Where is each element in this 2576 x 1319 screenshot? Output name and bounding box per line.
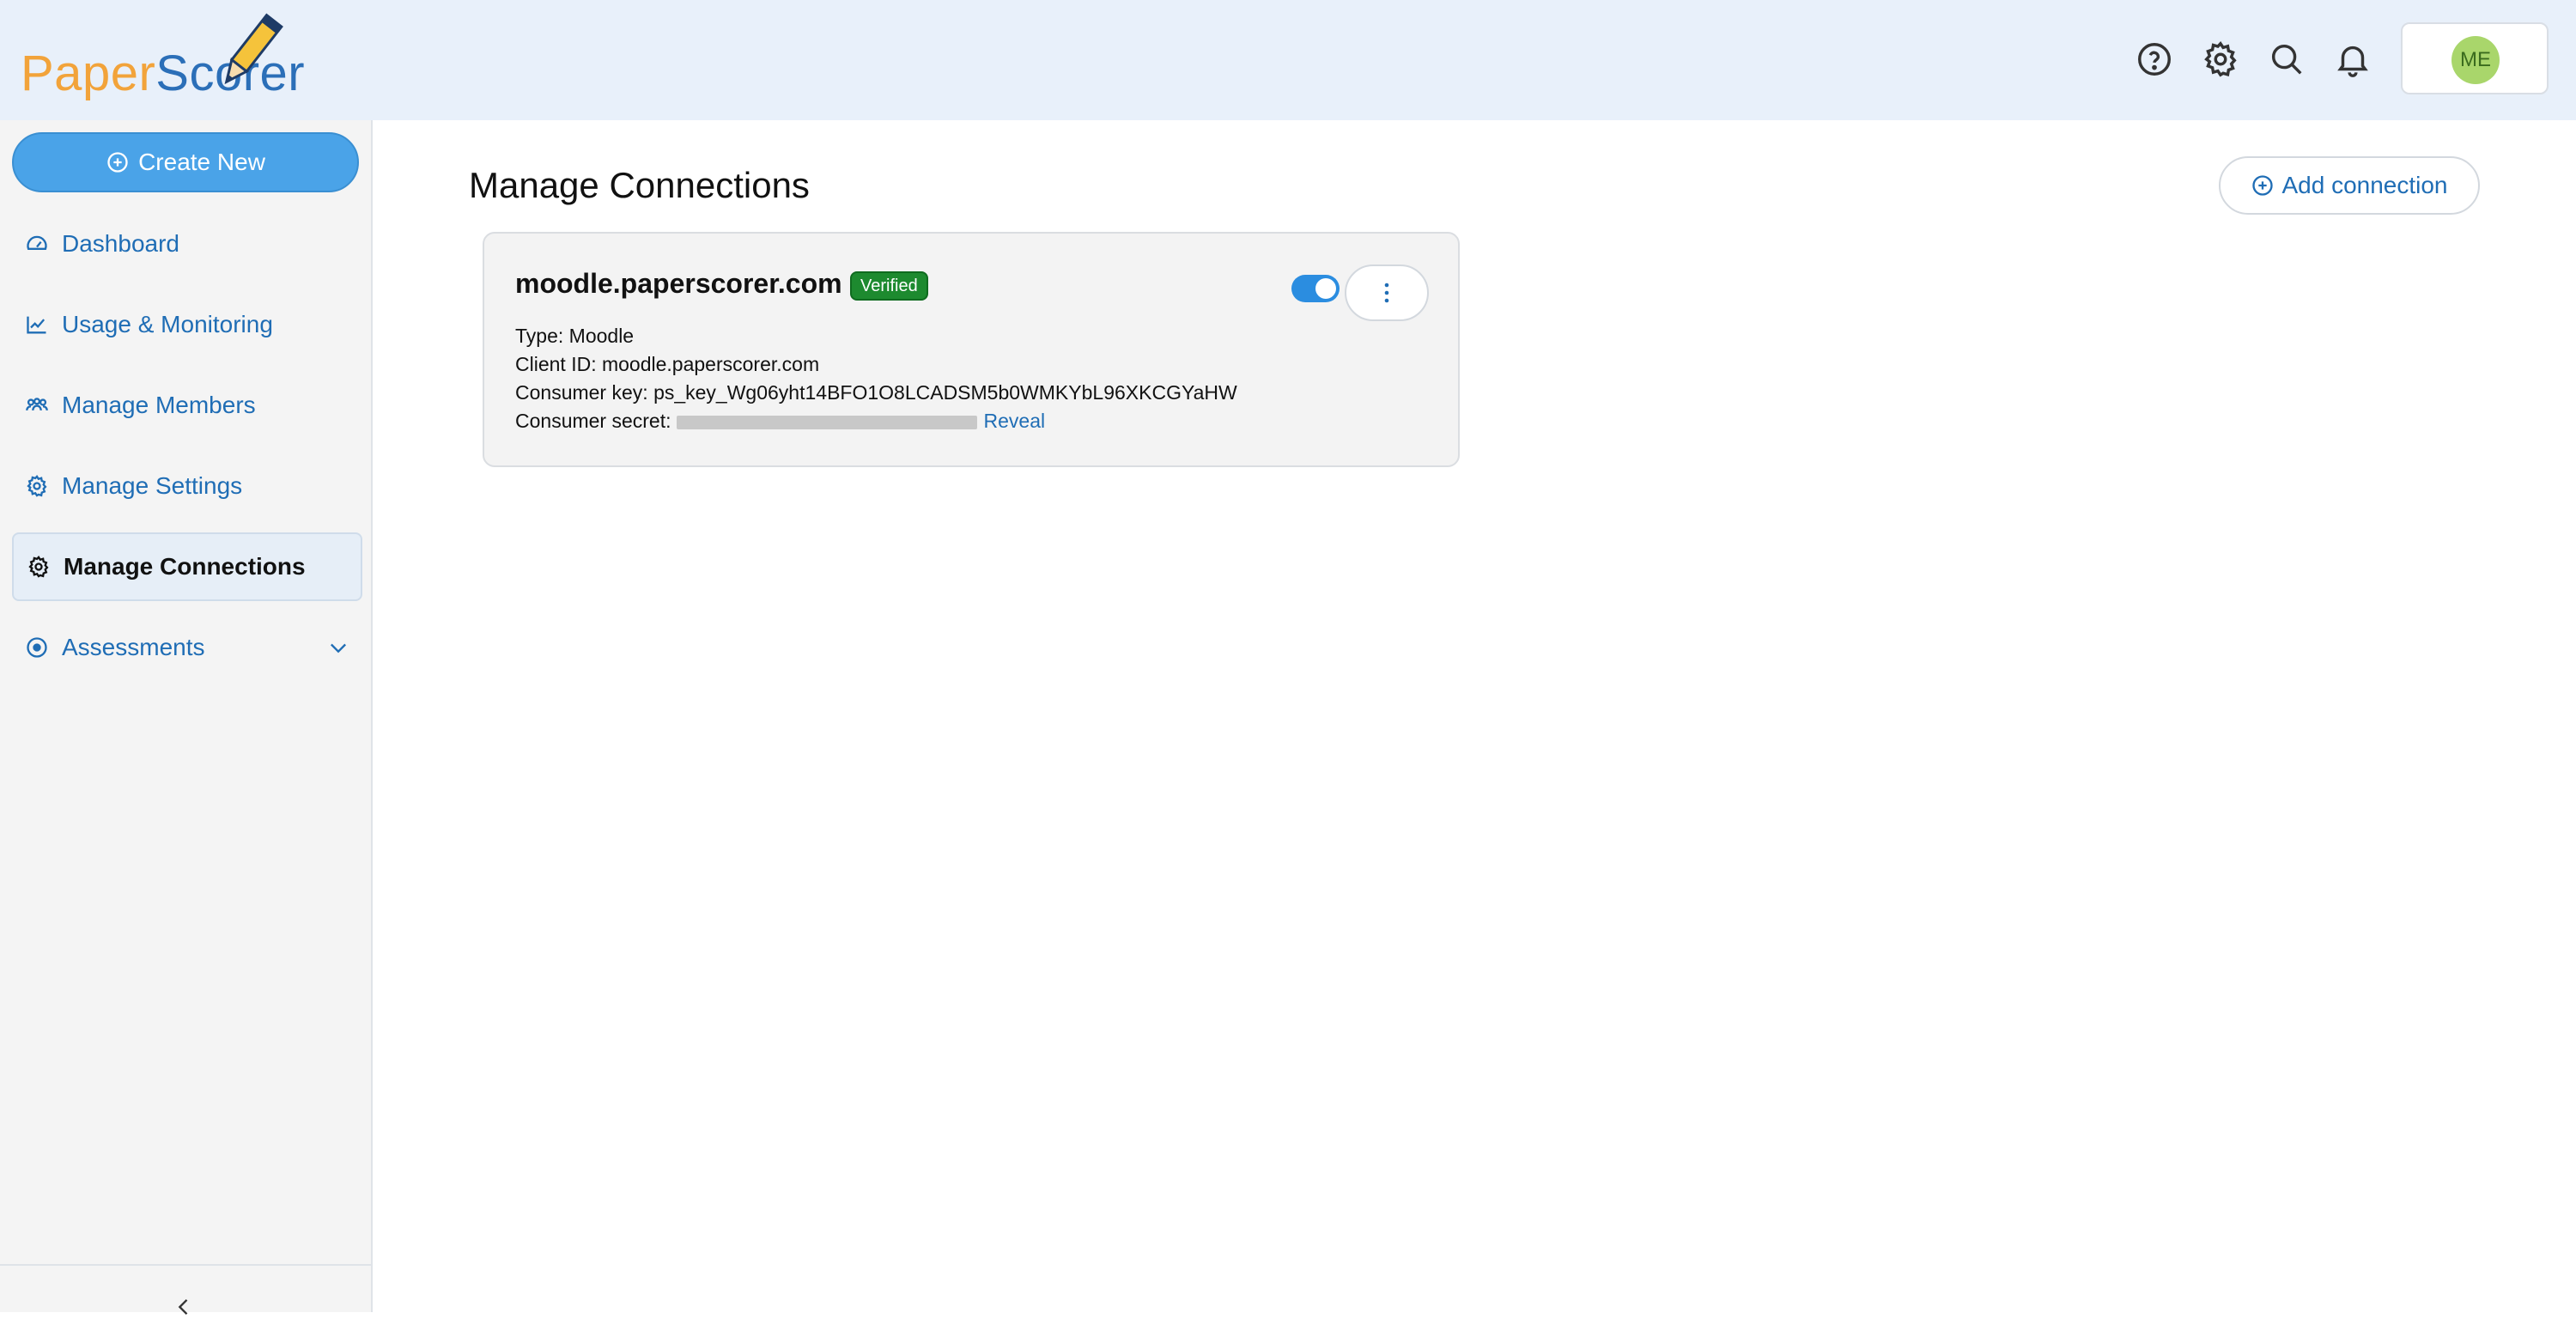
avatar: ME <box>2451 36 2500 84</box>
sidebar-item-manage-members[interactable]: Manage Members <box>12 371 362 440</box>
add-connection-button[interactable]: Add connection <box>2219 156 2480 215</box>
toggle-knob <box>1315 278 1336 299</box>
client-id-label: Client ID: <box>515 353 597 375</box>
page-title: Manage Connections <box>469 165 810 205</box>
connection-client-id: Client ID: moodle.paperscorer.com <box>515 353 819 376</box>
sidebar-item-dashboard[interactable]: Dashboard <box>12 210 362 278</box>
more-vertical-icon <box>1384 283 1389 303</box>
create-new-label: Create New <box>138 149 265 175</box>
sidebar-item-manage-settings[interactable]: Manage Settings <box>12 452 362 520</box>
pencil-icon <box>224 13 283 85</box>
more-options-button[interactable] <box>1345 264 1429 321</box>
create-new-button[interactable]: Create New <box>12 132 359 192</box>
gear-icon <box>26 554 52 580</box>
sidebar-item-label: Assessments <box>62 634 205 660</box>
connection-enabled-toggle[interactable] <box>1291 275 1340 302</box>
connection-type: Type: Moodle <box>515 325 634 348</box>
logo-text-paper: Paper <box>21 46 156 101</box>
chevron-left-icon[interactable] <box>172 1295 196 1319</box>
sidebar-item-manage-connections[interactable]: Manage Connections <box>12 532 362 601</box>
reveal-link[interactable]: Reveal <box>984 410 1046 432</box>
sidebar-item-label: Usage & Monitoring <box>62 311 273 337</box>
type-value: Moodle <box>568 325 635 347</box>
plus-circle-icon <box>107 152 128 173</box>
gear-icon[interactable] <box>2201 40 2240 79</box>
sidebar-item-label: Dashboard <box>62 230 179 257</box>
sidebar-item-label: Manage Connections <box>64 553 306 580</box>
search-icon[interactable] <box>2267 40 2306 79</box>
sidebar-item-label: Manage Settings <box>62 472 243 499</box>
chevron-down-icon[interactable] <box>326 635 350 660</box>
consumer-key-value: ps_key_Wg06yht14BFO1O8LCADSM5b0WMKYbL96X… <box>653 381 1237 404</box>
sidebar: Create New Dashboard Usage & Monitoring … <box>0 120 373 1315</box>
secret-mask <box>676 415 977 429</box>
add-connection-label: Add connection <box>2281 172 2448 198</box>
connection-name: moodle.paperscorer.com <box>515 268 842 299</box>
consumer-secret-label: Consumer secret: <box>515 410 671 432</box>
connection-consumer-secret: Consumer secret: Reveal <box>515 410 1045 433</box>
sidebar-item-usage-monitoring[interactable]: Usage & Monitoring <box>12 290 362 359</box>
plus-circle-icon <box>2252 175 2274 196</box>
consumer-key-label: Consumer key: <box>515 381 648 404</box>
line-chart-icon <box>24 312 50 337</box>
top-header: PaperScorer ME <box>0 0 2576 120</box>
paperscorer-logo[interactable]: PaperScorer <box>21 7 313 110</box>
users-icon <box>24 392 50 418</box>
type-label: Type: <box>515 325 564 347</box>
connection-consumer-key: Consumer key: ps_key_Wg06yht14BFO1O8LCAD… <box>515 381 1237 404</box>
sidebar-item-assessments[interactable]: Assessments <box>12 613 362 682</box>
bell-icon[interactable] <box>2333 40 2372 79</box>
gauge-icon <box>24 231 50 257</box>
sidebar-footer <box>0 1264 371 1315</box>
connection-card: moodle.paperscorer.com Verified Type: Mo… <box>483 232 1460 467</box>
gear-icon <box>24 473 50 499</box>
user-menu-button[interactable]: ME <box>2401 22 2549 94</box>
target-icon <box>24 635 50 660</box>
help-circle-icon[interactable] <box>2135 40 2174 79</box>
client-id-value: moodle.paperscorer.com <box>601 353 820 375</box>
status-badge: Verified <box>850 271 928 301</box>
sidebar-item-label: Manage Members <box>62 392 256 418</box>
